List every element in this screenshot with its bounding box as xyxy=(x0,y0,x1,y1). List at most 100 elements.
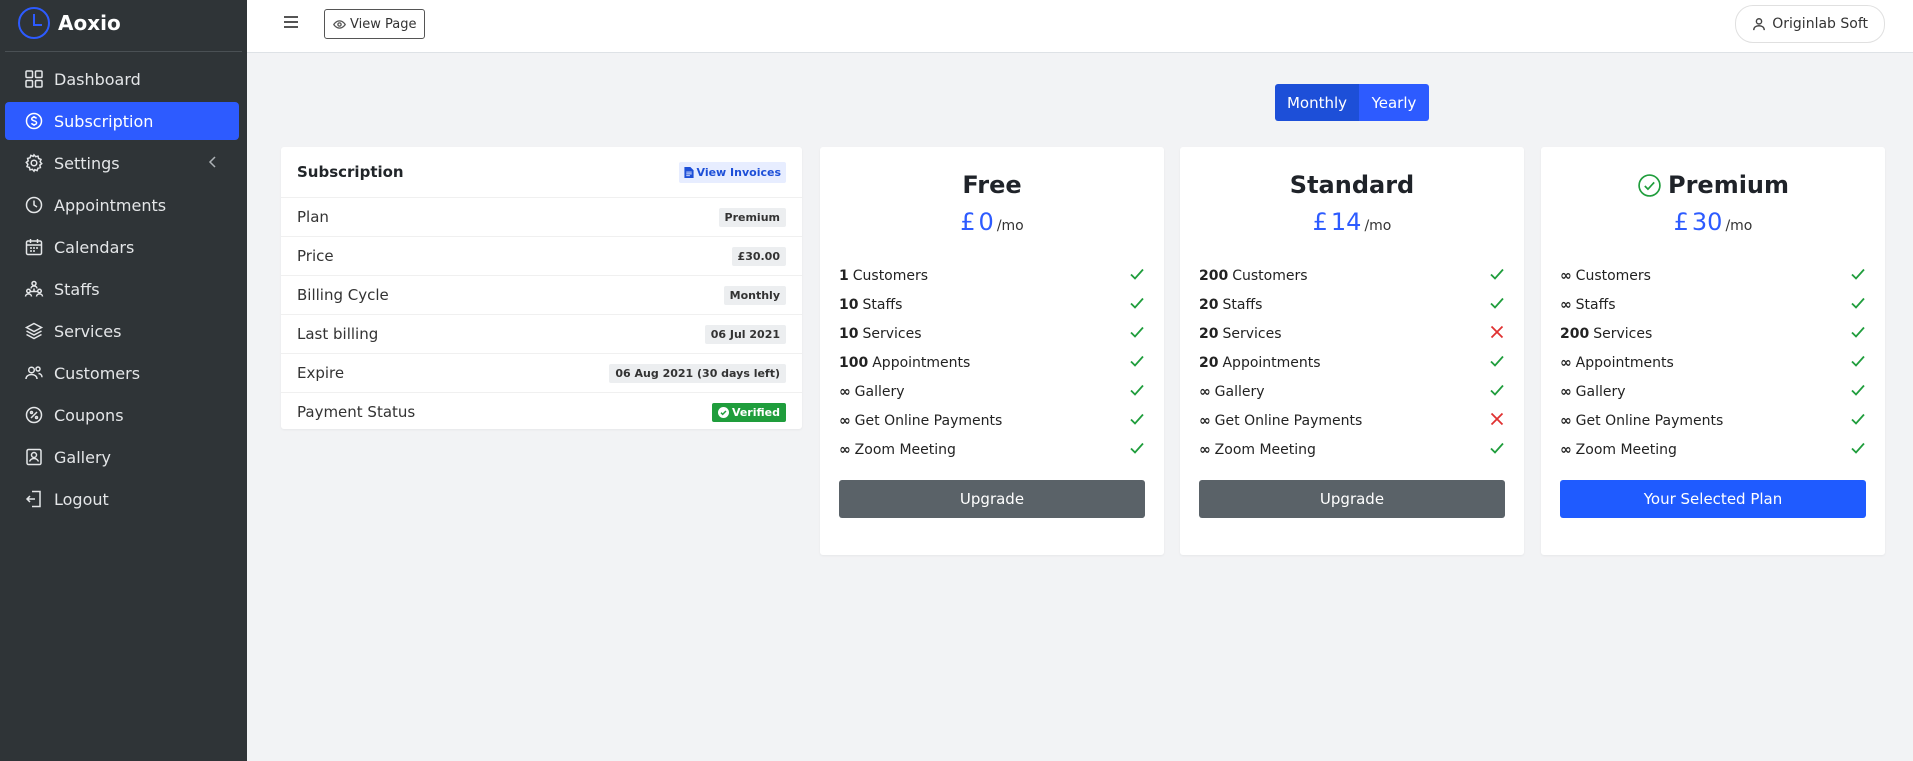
sidebar-item-label: Coupons xyxy=(54,405,124,425)
feature-label: Staffs xyxy=(1575,296,1616,313)
upgrade-button[interactable]: Upgrade xyxy=(839,480,1145,518)
sidebar-item-staffs[interactable]: Staffs xyxy=(5,270,239,308)
feature-label: Staffs xyxy=(862,296,903,313)
plan-amount: 30 xyxy=(1691,208,1723,236)
logout-icon xyxy=(24,489,44,509)
subscription-card-header: Subscription View Invoices xyxy=(281,147,802,197)
plan-name: Standard xyxy=(1199,171,1505,199)
feature-text: ∞ Staffs xyxy=(1560,297,1616,313)
feature-label: Gallery xyxy=(1214,383,1265,400)
feature-value: ∞ xyxy=(839,383,851,400)
feature-item: 1 Customers xyxy=(839,261,1145,290)
plan-price: £30/mo xyxy=(1560,208,1866,236)
subscription-row-plan: Plan Premium xyxy=(281,197,802,236)
sidebar-item-services[interactable]: Services xyxy=(5,312,239,350)
clock-logo-icon xyxy=(18,7,50,39)
plan-header: Premium £30/mo xyxy=(1560,147,1866,245)
feature-value: 10 xyxy=(839,296,859,313)
check-icon xyxy=(1850,295,1866,315)
feature-item: 100 Appointments xyxy=(839,348,1145,377)
feature-text: ∞ Gallery xyxy=(1560,384,1626,400)
feature-text: 10 Services xyxy=(839,326,922,342)
sidebar-item-logout[interactable]: Logout xyxy=(5,480,239,518)
monthly-toggle-button[interactable]: Monthly xyxy=(1275,84,1359,121)
sidebar-item-subscription[interactable]: Subscription xyxy=(5,102,239,140)
feature-text: ∞ Get Online Payments xyxy=(839,413,1002,429)
feature-text: 20 Staffs xyxy=(1199,297,1262,313)
sidebar-item-gallery[interactable]: Gallery xyxy=(5,438,239,476)
sidebar-item-calendars[interactable]: Calendars xyxy=(5,228,239,266)
sidebar-item-appointments[interactable]: Appointments xyxy=(5,186,239,224)
sidebar-item-label: Subscription xyxy=(54,111,154,131)
row-label: Plan xyxy=(297,208,329,226)
plan-price: £14/mo xyxy=(1199,208,1505,236)
feature-item: ∞ Appointments xyxy=(1560,348,1866,377)
plan-name-text: Free xyxy=(962,171,1022,199)
feature-value: ∞ xyxy=(1560,354,1572,371)
plan-name-text: Premium xyxy=(1667,171,1790,199)
view-page-button[interactable]: View Page xyxy=(324,9,426,39)
feature-label: Customers xyxy=(1232,267,1308,284)
selected-plan-button[interactable]: Your Selected Plan xyxy=(1560,480,1866,518)
plan-currency: £ xyxy=(1673,208,1689,236)
feature-value: 100 xyxy=(839,354,869,371)
feature-value: ∞ xyxy=(1560,412,1572,429)
sidebar-item-coupons[interactable]: Coupons xyxy=(5,396,239,434)
feature-text: 1 Customers xyxy=(839,268,928,284)
check-icon xyxy=(1129,353,1145,373)
feature-item: ∞ Zoom Meeting xyxy=(839,435,1145,464)
user-name: Originlab Soft xyxy=(1772,16,1868,32)
feature-item: 20 Appointments xyxy=(1199,348,1505,377)
check-icon xyxy=(1489,440,1505,460)
user-icon xyxy=(1753,18,1766,31)
row-label: Payment Status xyxy=(297,403,416,421)
subscription-title: Subscription xyxy=(297,163,404,181)
dollar-circle-icon xyxy=(24,111,44,131)
sidebar-item-label: Calendars xyxy=(54,237,135,257)
feature-label: Services xyxy=(1593,325,1653,342)
feature-label: Appointments xyxy=(1222,354,1321,371)
gear-icon xyxy=(24,153,44,173)
subscription-card: Subscription View Invoices Plan Premium … xyxy=(281,147,802,429)
plan-name: Premium xyxy=(1560,171,1866,199)
feature-text: ∞ Customers xyxy=(1560,268,1651,284)
upgrade-button[interactable]: Upgrade xyxy=(1199,480,1505,518)
sidebar-item-dashboard[interactable]: Dashboard xyxy=(5,60,239,98)
row-label: Expire xyxy=(297,364,345,382)
plan-card-premium: Premium £30/mo ∞ Customers ∞ Staffs 200 Ser… xyxy=(1541,147,1885,555)
user-menu-button[interactable]: Originlab Soft xyxy=(1735,5,1885,43)
feature-text: 10 Staffs xyxy=(839,297,902,313)
brand-name: Aoxio xyxy=(58,11,121,35)
sidebar-item-label: Appointments xyxy=(54,195,167,215)
plan-header: Free £0/mo xyxy=(839,147,1145,245)
feature-value: ∞ xyxy=(839,412,851,429)
feature-value: 1 xyxy=(839,267,849,284)
hamburger-menu-icon[interactable] xyxy=(283,14,299,30)
sidebar-item-label: Dashboard xyxy=(54,69,141,89)
sidebar-item-settings[interactable]: Settings xyxy=(5,144,239,182)
chevron-left-icon xyxy=(205,154,221,170)
feature-value: ∞ xyxy=(839,441,851,458)
check-icon xyxy=(1489,353,1505,373)
sidebar-item-customers[interactable]: Customers xyxy=(5,354,239,392)
yearly-toggle-button[interactable]: Yearly xyxy=(1359,84,1429,121)
feature-label: Gallery xyxy=(854,383,905,400)
feature-value: 200 xyxy=(1199,267,1229,284)
brand[interactable]: Aoxio xyxy=(0,0,247,46)
view-invoices-button[interactable]: View Invoices xyxy=(678,161,786,183)
check-circle-icon xyxy=(1638,173,1661,197)
plan-header: Standard £14/mo xyxy=(1199,147,1505,245)
sidebar-item-label: Services xyxy=(54,321,122,341)
eye-icon xyxy=(333,19,346,29)
feature-value: ∞ xyxy=(1560,383,1572,400)
cross-icon xyxy=(1489,324,1505,344)
feature-label: Customers xyxy=(852,267,929,284)
check-icon xyxy=(1489,295,1505,315)
sidebar: Aoxio Dashboard Subscription Settings Ap… xyxy=(0,0,247,761)
plan-currency: £ xyxy=(1312,208,1328,236)
billing-cycle-toggle: Monthly Yearly xyxy=(1275,84,1429,121)
check-icon xyxy=(1489,266,1505,286)
feature-item: 200 Customers xyxy=(1199,261,1505,290)
clock-icon xyxy=(24,195,44,215)
billing-cycle-badge: Monthly xyxy=(723,285,786,305)
